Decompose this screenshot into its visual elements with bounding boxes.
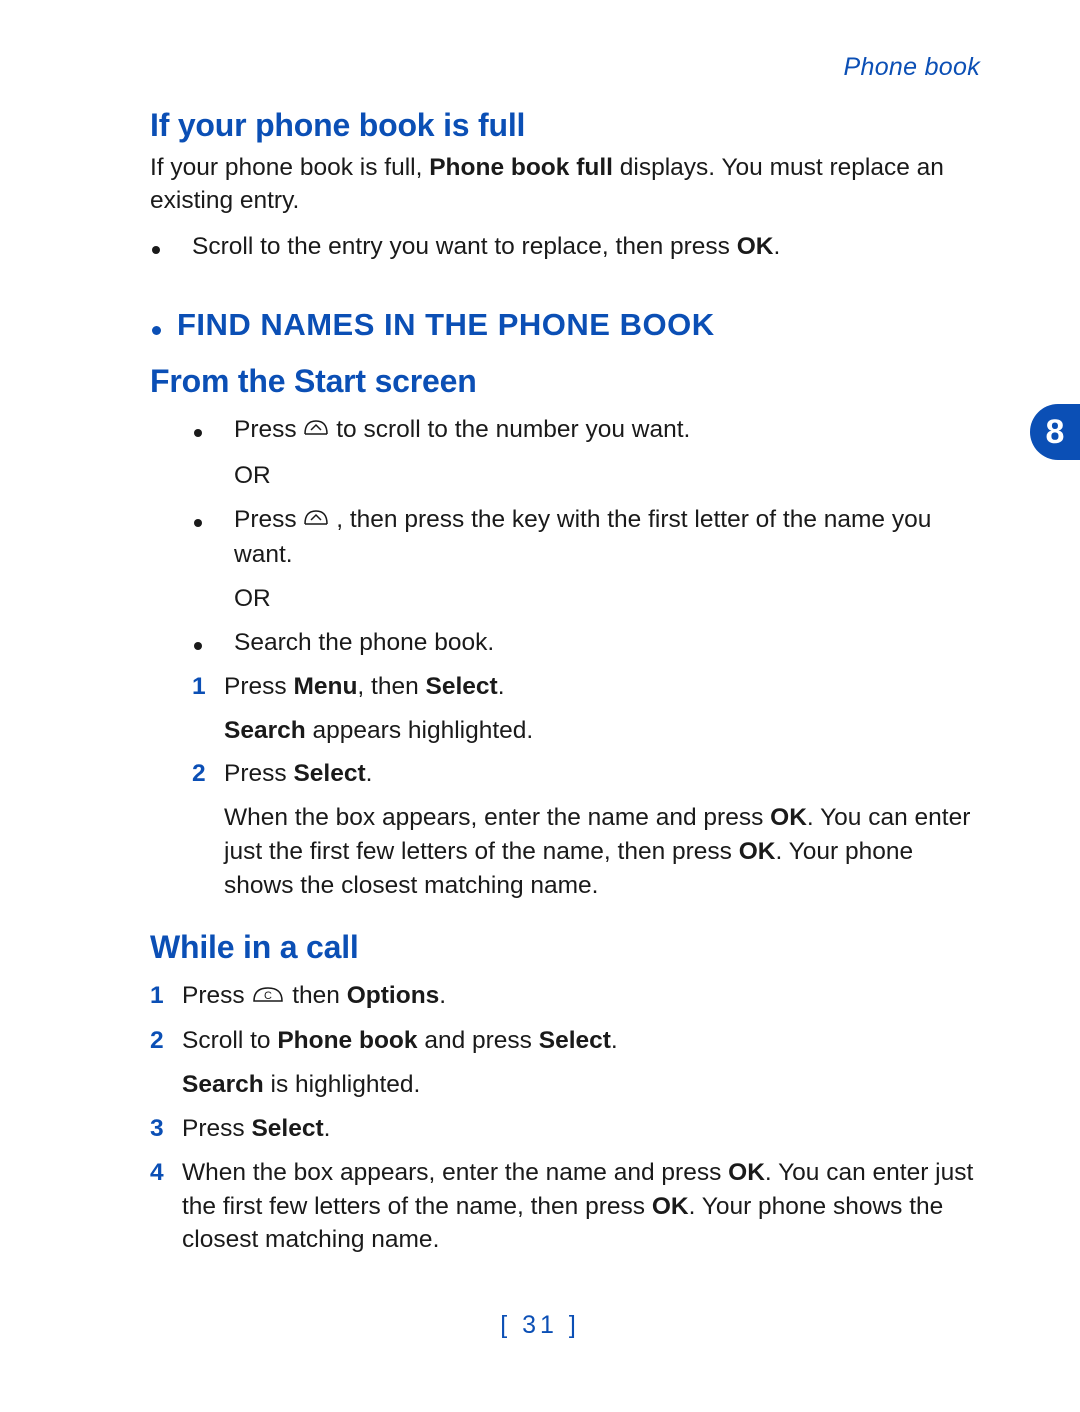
step-sub: Search appears highlighted.: [224, 714, 980, 748]
bold-text: Search: [182, 1071, 264, 1098]
step-2: 2 Press Select. When the box appears, en…: [192, 757, 980, 902]
bold-text: Select: [251, 1115, 323, 1142]
bullet-dot-icon: [194, 429, 202, 437]
text: When the box appears, enter the name and…: [182, 1159, 728, 1186]
text: appears highlighted.: [306, 717, 533, 744]
step-number: 4: [150, 1156, 182, 1190]
bullet-dot-icon: [194, 642, 202, 650]
text: Press: [234, 506, 303, 533]
text: Press: [224, 760, 293, 787]
step-number: 3: [150, 1112, 182, 1146]
text: then: [292, 982, 347, 1009]
bullet-search-phonebook: Search the phone book.: [192, 626, 980, 660]
bold-text: Select: [426, 673, 498, 700]
bullet-text: Press to scroll to the number you want. …: [234, 413, 980, 493]
heading-while-in-call: While in a call: [150, 925, 980, 969]
text: is highlighted.: [264, 1071, 421, 1098]
step-1: 1 Press Menu, then Select. Search appear…: [192, 670, 980, 748]
step-number: 1: [150, 979, 182, 1013]
text: Press: [182, 982, 251, 1009]
bold-text: OK: [770, 804, 807, 831]
step-body: When the box appears, enter the name and…: [182, 1156, 980, 1257]
running-head: Phone book: [150, 50, 980, 85]
text: .: [324, 1115, 331, 1142]
text: Scroll to: [182, 1027, 277, 1054]
svg-text:C: C: [264, 990, 272, 1002]
nav-key-icon: [303, 505, 329, 539]
bullet-text: Scroll to the entry you want to replace,…: [192, 230, 980, 264]
text: and press: [418, 1027, 539, 1054]
bold-text: Select: [293, 760, 365, 787]
text: Press: [224, 673, 293, 700]
bold-text: Phone book full: [429, 154, 613, 181]
text: to scroll to the number you want.: [336, 416, 690, 443]
step-body: Press Select.: [182, 1112, 980, 1146]
step-body: Press C then Options.: [182, 979, 980, 1015]
text: .: [439, 982, 446, 1009]
bold-text: OK: [728, 1159, 765, 1186]
call-step-4: 4 When the box appears, enter the name a…: [150, 1156, 980, 1257]
heading-phonebook-full: If your phone book is full: [150, 103, 980, 147]
bullet-scroll-number: Press to scroll to the number you want. …: [192, 413, 980, 493]
bullet-dot-icon: [152, 326, 161, 335]
bullet-text: Search the phone book.: [234, 626, 980, 660]
heading-from-start: From the Start screen: [150, 359, 980, 403]
bold-text: Phone book: [277, 1027, 417, 1054]
heading-find-names: FIND NAMES IN THE PHONE BOOK: [150, 304, 980, 347]
bold-text: OK: [739, 838, 776, 865]
call-step-2: 2 Scroll to Phone book and press Select.…: [150, 1024, 980, 1102]
bold-text: OK: [652, 1193, 689, 1220]
text: .: [366, 760, 373, 787]
start-screen-bullets: Press to scroll to the number you want. …: [150, 413, 980, 660]
text: , then: [357, 673, 425, 700]
chapter-tab: 8: [1030, 404, 1080, 460]
manual-page: Phone book If your phone book is full If…: [0, 0, 1080, 1257]
c-key-icon: C: [251, 981, 285, 1015]
text: , then press the key with the first lett…: [234, 506, 931, 569]
bullet-dot-icon: [194, 519, 202, 527]
step-body: Press Select. When the box appears, ente…: [224, 757, 980, 902]
nav-key-icon: [303, 415, 329, 449]
bullet-text: Press , then press the key with the firs…: [234, 503, 980, 616]
text: .: [773, 233, 780, 260]
call-step-3: 3 Press Select.: [150, 1112, 980, 1146]
text: .: [611, 1027, 618, 1054]
call-step-1: 1 Press C then Options.: [150, 979, 980, 1015]
heading-text: FIND NAMES IN THE PHONE BOOK: [177, 304, 715, 347]
bold-text: Select: [539, 1027, 611, 1054]
step-number: 2: [192, 757, 224, 791]
para-phonebook-full: If your phone book is full, Phone book f…: [150, 151, 980, 219]
or-text: OR: [234, 582, 980, 616]
step-body: Press Menu, then Select. Search appears …: [224, 670, 980, 748]
step-number: 2: [150, 1024, 182, 1058]
text: .: [498, 673, 505, 700]
step-number: 1: [192, 670, 224, 704]
step-body: Scroll to Phone book and press Select. S…: [182, 1024, 980, 1102]
bold-text: Search: [224, 717, 306, 744]
bold-text: OK: [737, 233, 774, 260]
step-sub: Search is highlighted.: [182, 1068, 980, 1102]
text: When the box appears, enter the name and…: [224, 804, 770, 831]
text: If your phone book is full,: [150, 154, 429, 181]
step-sub: When the box appears, enter the name and…: [224, 801, 980, 902]
text: Press: [234, 416, 303, 443]
chapter-number: 8: [1046, 409, 1065, 456]
bullet-dot-icon: [152, 246, 160, 254]
or-text: OR: [234, 459, 980, 493]
page-number: [ 31 ]: [0, 1308, 1080, 1343]
bold-text: Options: [347, 982, 440, 1009]
text: Scroll to the entry you want to replace,…: [192, 233, 737, 260]
bullet-first-letter: Press , then press the key with the firs…: [192, 503, 980, 616]
bold-text: Menu: [293, 673, 357, 700]
bullet-replace-entry: Scroll to the entry you want to replace,…: [150, 230, 980, 264]
text: Press: [182, 1115, 251, 1142]
